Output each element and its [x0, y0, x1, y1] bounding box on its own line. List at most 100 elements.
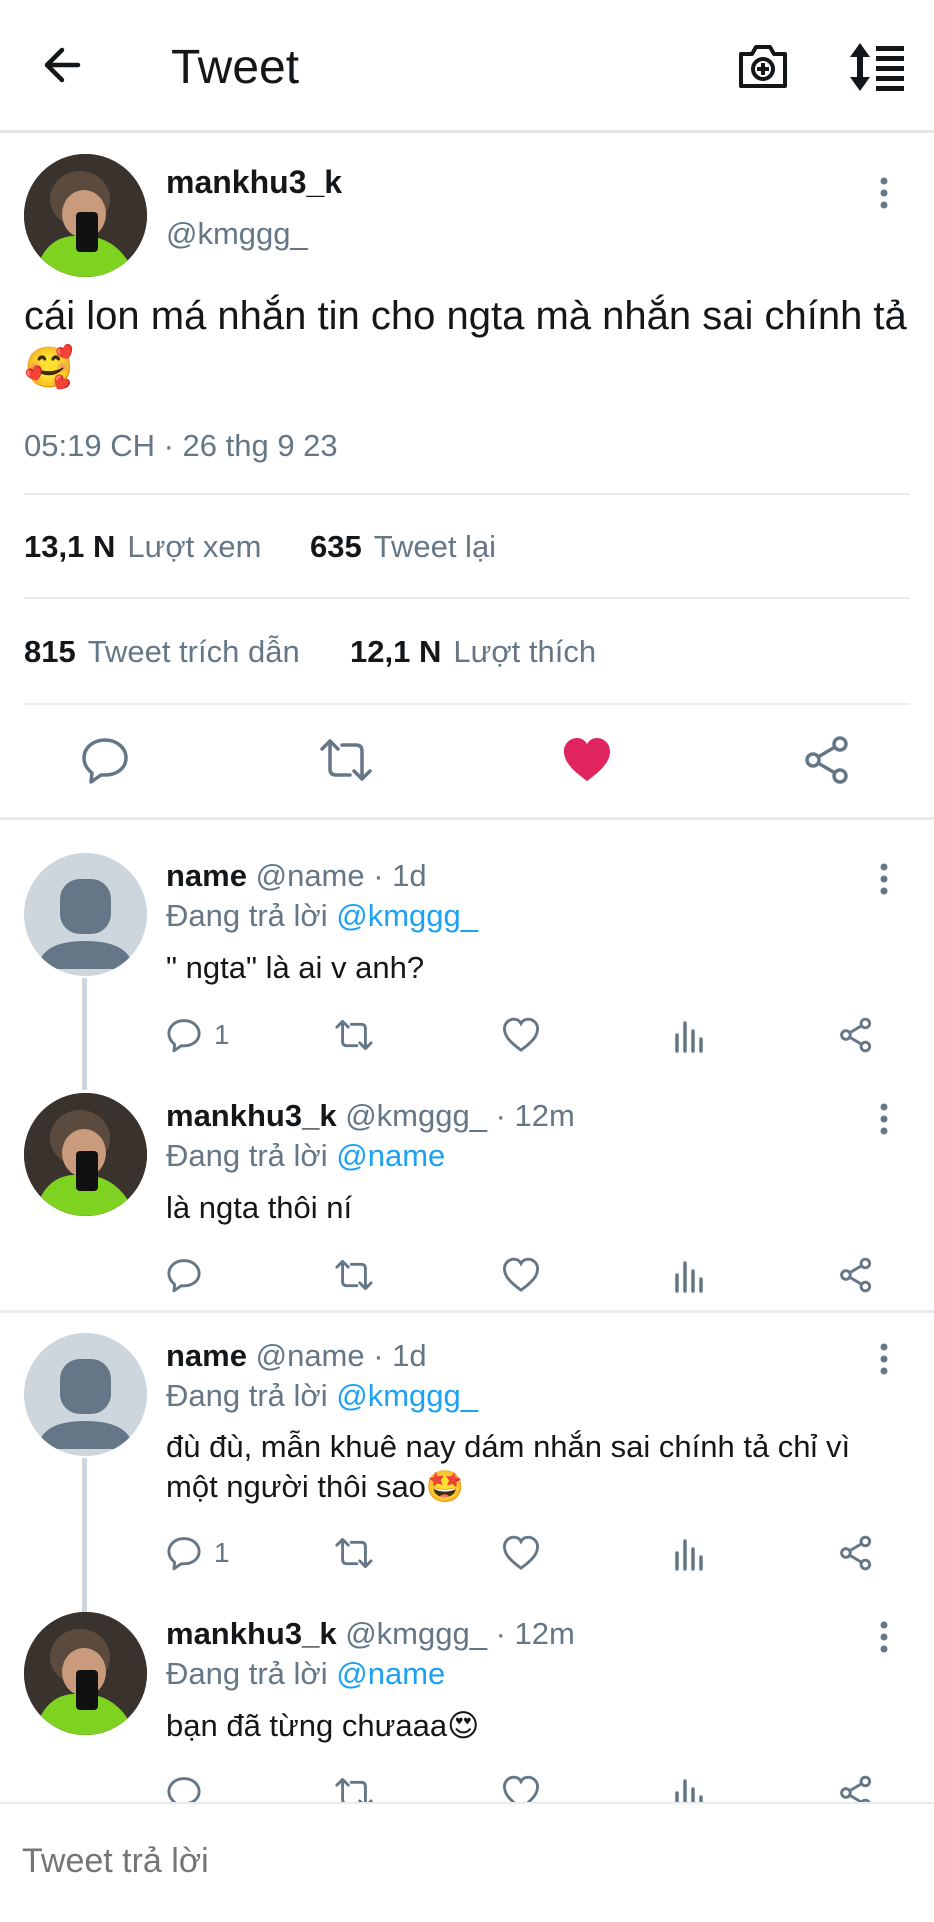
reply-button[interactable]: 1: [166, 1528, 230, 1578]
like-button[interactable]: [502, 1768, 540, 1802]
more-vertical-icon: [880, 1103, 888, 1135]
avatar[interactable]: [24, 1093, 147, 1216]
reply-text: là ngta thôi ní: [166, 1190, 353, 1225]
more-options-button[interactable]: [874, 1618, 894, 1658]
author-handle[interactable]: @kmggg_: [166, 214, 308, 254]
like-button[interactable]: [502, 1250, 540, 1300]
author-name[interactable]: mankhu3_k: [166, 162, 342, 202]
mention-link[interactable]: @name: [336, 1138, 445, 1173]
camera-plus-icon: [739, 45, 787, 88]
divider: [24, 703, 910, 705]
comment-icon: [167, 1259, 201, 1293]
camera-button[interactable]: [735, 38, 791, 94]
share-button[interactable]: [838, 1250, 874, 1300]
share-button[interactable]: [802, 735, 852, 790]
comment-icon: [167, 1777, 201, 1802]
reply-header: name @name · 1d: [166, 1336, 427, 1376]
divider: [24, 493, 910, 495]
views-count: 13,1 N: [24, 529, 116, 564]
avatar[interactable]: [24, 154, 147, 277]
more-vertical-icon: [880, 863, 888, 895]
reply-button[interactable]: [166, 1250, 202, 1300]
reply-author-name[interactable]: name: [166, 1338, 247, 1373]
reply-button[interactable]: [80, 735, 130, 790]
reply-meta: @kmggg_ · 12m: [345, 1098, 575, 1133]
divider: [24, 597, 910, 599]
reply-header: mankhu3_k @kmggg_ · 12m: [166, 1614, 575, 1654]
comment-icon: [82, 738, 128, 784]
replying-label: Đang trả lời: [166, 898, 328, 933]
page-title: Tweet: [171, 41, 300, 94]
share-button[interactable]: [838, 1010, 874, 1060]
quotes-label: Tweet trích dẫn: [87, 634, 300, 669]
retweet-icon: [335, 1778, 373, 1802]
likes-stat[interactable]: 12,1 N Lượt thích: [350, 632, 596, 672]
retweet-button[interactable]: [334, 1528, 374, 1578]
mention-link[interactable]: @name: [336, 1656, 445, 1691]
reply-author-name[interactable]: mankhu3_k: [166, 1616, 337, 1651]
more-options-button[interactable]: [874, 1340, 894, 1380]
share-icon: [840, 1775, 872, 1802]
retweet-button[interactable]: [334, 1010, 374, 1060]
heart-filled-icon: [564, 738, 610, 781]
default-user-icon: [38, 1359, 133, 1449]
analytics-button[interactable]: [673, 1250, 707, 1300]
retweet-button[interactable]: [334, 1768, 374, 1802]
quotes-stat[interactable]: 815 Tweet trích dẫn: [24, 632, 300, 672]
compose-bar: [0, 1802, 934, 1922]
sort-button[interactable]: [846, 40, 908, 94]
analytics-button[interactable]: [673, 1528, 707, 1578]
more-options-button[interactable]: [874, 1100, 894, 1140]
reply-author-name[interactable]: mankhu3_k: [166, 1098, 337, 1133]
comment-icon: [167, 1537, 201, 1571]
heart-icon: [502, 1535, 540, 1570]
retweet-icon: [335, 1538, 373, 1568]
retweet-icon: [320, 739, 372, 781]
analytics-icon: [675, 1021, 703, 1053]
share-icon: [840, 1017, 872, 1053]
reply-button[interactable]: 1: [166, 1010, 230, 1060]
retweet-button[interactable]: [318, 735, 374, 790]
analytics-button[interactable]: [673, 1768, 707, 1802]
share-icon: [805, 736, 848, 784]
quotes-count: 815: [24, 634, 76, 669]
like-button[interactable]: [502, 1528, 540, 1578]
analytics-button[interactable]: [673, 1010, 707, 1060]
reply-input[interactable]: [20, 1838, 904, 1884]
more-vertical-icon: [880, 1343, 888, 1375]
thread-line: [82, 978, 87, 1090]
more-options-button[interactable]: [874, 174, 894, 214]
arrow-left-icon: [44, 47, 81, 83]
avatar[interactable]: [24, 853, 147, 976]
retweets-count: 635: [310, 529, 362, 564]
default-user-icon: [38, 879, 133, 969]
reply-actions: 1: [166, 1528, 906, 1578]
top-bar: Tweet: [0, 0, 934, 133]
retweet-button[interactable]: [334, 1250, 374, 1300]
tweet-timestamp: 05:19 CH · 26 thg 9 23: [24, 428, 338, 463]
share-icon: [840, 1257, 872, 1293]
back-button[interactable]: [36, 40, 96, 90]
sort-icon: [850, 43, 904, 91]
reply-author-name[interactable]: name: [166, 858, 247, 893]
more-options-button[interactable]: [874, 860, 894, 900]
like-button[interactable]: [502, 1010, 540, 1060]
like-button[interactable]: [561, 735, 613, 790]
analytics-icon: [675, 1779, 703, 1802]
reply-meta: @name · 1d: [255, 858, 427, 893]
retweet-icon: [335, 1260, 373, 1290]
likes-count: 12,1 N: [350, 634, 442, 669]
reply-button[interactable]: [166, 1768, 202, 1802]
avatar[interactable]: [24, 1333, 147, 1456]
reply-header: mankhu3_k @kmggg_ · 12m: [166, 1096, 575, 1136]
share-button[interactable]: [838, 1768, 874, 1802]
divider: [0, 1310, 934, 1313]
avatar[interactable]: [24, 1612, 147, 1735]
user-photo: [24, 1612, 147, 1735]
reply-text: " ngta" là ai v anh?: [166, 950, 425, 985]
mention-link[interactable]: @kmggg_: [336, 1378, 478, 1413]
mention-link[interactable]: @kmggg_: [336, 898, 478, 933]
share-button[interactable]: [838, 1528, 874, 1578]
more-vertical-icon: [880, 177, 888, 209]
retweets-stat[interactable]: 635 Tweet lại: [310, 527, 496, 567]
